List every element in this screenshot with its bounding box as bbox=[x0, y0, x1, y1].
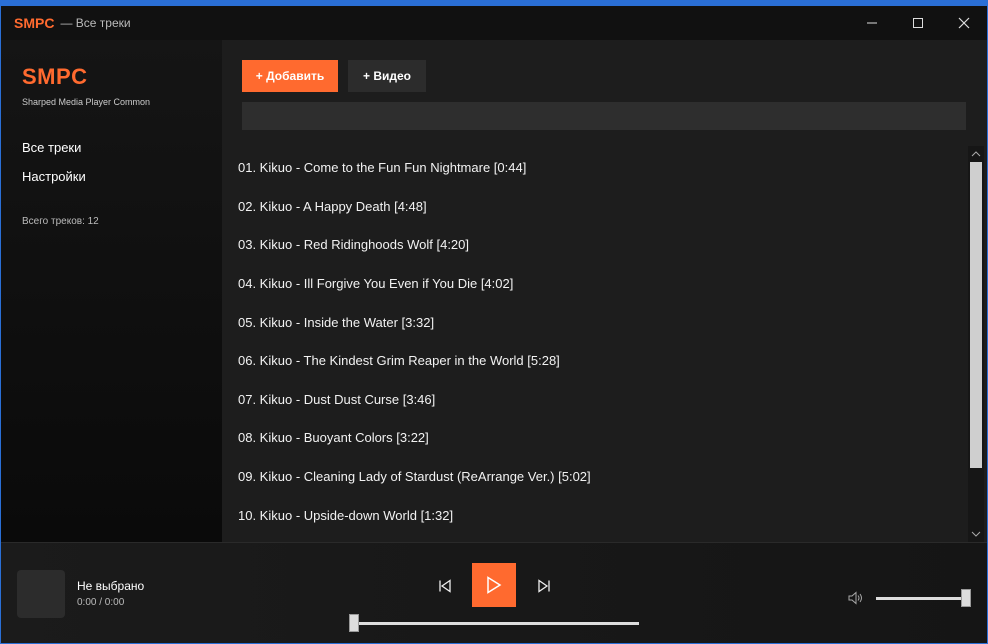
track-item[interactable]: 10. Kikuo - Upside-down World [1:32] bbox=[238, 496, 958, 534]
volume-slider[interactable] bbox=[876, 589, 971, 607]
add-button[interactable]: + Добавить bbox=[242, 60, 338, 92]
track-list: 01. Kikuo - Come to the Fun Fun Nightmar… bbox=[222, 140, 967, 542]
sidebar-item-settings[interactable]: Настройки bbox=[22, 169, 86, 184]
now-playing-title: Не выбрано bbox=[77, 579, 145, 593]
next-button[interactable] bbox=[532, 576, 556, 596]
add-video-button[interactable]: + Видео bbox=[348, 60, 426, 92]
track-item[interactable]: 01. Kikuo - Come to the Fun Fun Nightmar… bbox=[238, 148, 958, 186]
now-playing-time: 0:00 / 0:00 bbox=[77, 597, 125, 608]
minimize-button[interactable] bbox=[849, 6, 895, 40]
scroll-down-button[interactable] bbox=[968, 526, 984, 542]
track-item[interactable]: 07. Kikuo - Dust Dust Curse [3:46] bbox=[238, 380, 958, 418]
scroll-thumb[interactable] bbox=[970, 162, 982, 468]
sidebar-item-all-tracks[interactable]: Все треки bbox=[22, 140, 81, 155]
search-input[interactable] bbox=[242, 102, 966, 130]
prev-icon bbox=[439, 579, 451, 593]
app-window: SMPC — Все треки SMPC Sharped Media Play… bbox=[0, 0, 988, 644]
track-item[interactable]: 02. Kikuo - A Happy Death [4:48] bbox=[238, 187, 958, 225]
minimize-icon bbox=[867, 22, 877, 24]
player-bar: Не выбрано 0:00 / 0:00 bbox=[1, 542, 987, 643]
seek-slider[interactable] bbox=[349, 614, 639, 632]
brand-logo: SMPC bbox=[22, 64, 88, 89]
maximize-button[interactable] bbox=[895, 6, 941, 40]
track-item[interactable]: 09. Kikuo - Cleaning Lady of Stardust (R… bbox=[238, 457, 958, 495]
track-item[interactable]: 06. Kikuo - The Kindest Grim Reaper in t… bbox=[238, 341, 958, 379]
volume-icon bbox=[848, 591, 862, 605]
track-item[interactable]: 05. Kikuo - Inside the Water [3:32] bbox=[238, 303, 958, 341]
window-title-subtitle: — Все треки bbox=[60, 16, 131, 30]
album-cover bbox=[17, 570, 65, 618]
window-controls bbox=[849, 6, 987, 40]
maximize-icon bbox=[913, 18, 923, 28]
track-count: Всего треков: 12 bbox=[22, 216, 99, 227]
track-item[interactable]: 04. Kikuo - Ill Forgive You Even if You … bbox=[238, 264, 958, 302]
chevron-down-icon bbox=[971, 531, 981, 537]
play-button[interactable] bbox=[472, 563, 516, 607]
volume-button[interactable] bbox=[847, 590, 865, 606]
track-item[interactable]: 08. Kikuo - Buoyant Colors [3:22] bbox=[238, 418, 958, 456]
main-content: + Добавить + Видео 01. Kikuo - Come to t… bbox=[222, 40, 987, 542]
seek-slider-thumb[interactable] bbox=[349, 614, 359, 632]
brand-subtitle: Sharped Media Player Common bbox=[22, 97, 151, 107]
sidebar: SMPC Sharped Media Player Common Все тре… bbox=[1, 40, 222, 542]
previous-button[interactable] bbox=[433, 576, 457, 596]
scroll-up-button[interactable] bbox=[968, 146, 984, 162]
window-title-app: SMPC bbox=[14, 15, 55, 31]
close-button[interactable] bbox=[941, 6, 987, 40]
track-item[interactable]: 03. Kikuo - Red Ridinghoods Wolf [4:20] bbox=[238, 225, 958, 263]
track-list-scrollbar[interactable] bbox=[968, 146, 984, 542]
next-icon bbox=[538, 579, 550, 593]
play-icon bbox=[487, 576, 502, 594]
volume-slider-thumb[interactable] bbox=[961, 589, 971, 607]
chevron-up-icon bbox=[971, 151, 981, 157]
close-icon bbox=[958, 17, 970, 29]
title-bar: SMPC — Все треки bbox=[1, 6, 987, 40]
